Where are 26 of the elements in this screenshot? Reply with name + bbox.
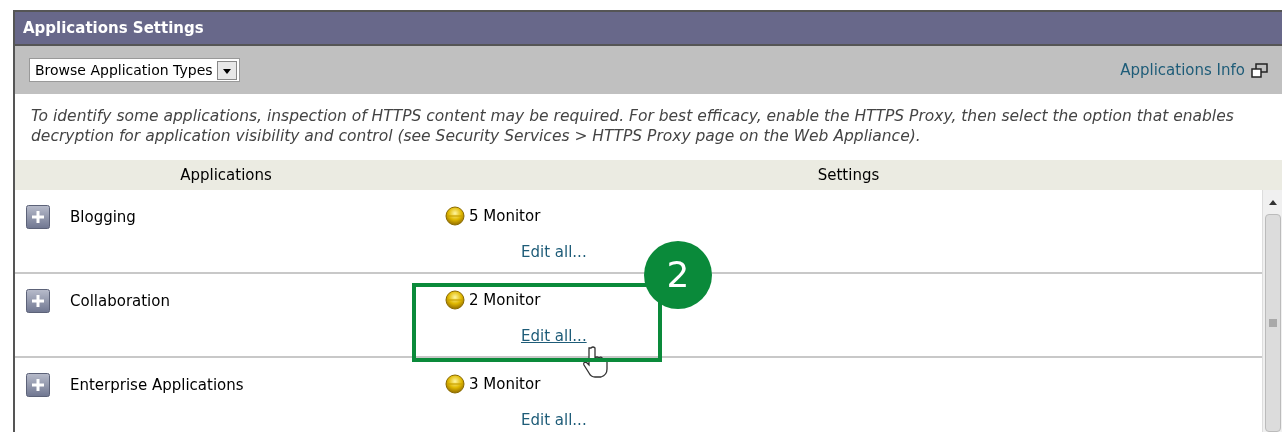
application-types-dropdown[interactable]: Browse Application Types: [29, 58, 240, 82]
edit-all-link[interactable]: Edit all...: [521, 324, 587, 347]
application-name: Enterprise Applications: [70, 375, 244, 396]
new-window-icon: [1251, 62, 1268, 78]
expand-icon[interactable]: [26, 289, 50, 313]
status-dot-icon: [445, 206, 465, 227]
https-note: To identify some applications, inspection of HTTPS content may be required. For best efficacy, enable the HTTPS Proxy, then select the option that enables decryption for application visibility and control (see Security Services > HTTPS Proxy page on the Web Appliance).: [31, 106, 1235, 146]
hand-cursor-icon: [583, 346, 609, 378]
applications-info-link[interactable]: Applications Info: [1120, 58, 1268, 82]
edit-all-link[interactable]: Edit all...: [521, 408, 587, 431]
setting-status: 5 Monitor: [469, 206, 541, 227]
setting-status: 2 Monitor: [469, 290, 541, 311]
edit-all-link[interactable]: Edit all...: [521, 240, 587, 263]
step-badge: 2: [644, 241, 712, 309]
status-dot-icon: [445, 374, 465, 395]
column-header: Applications: [179, 164, 273, 186]
application-name: Collaboration: [70, 291, 170, 312]
expand-icon[interactable]: [26, 205, 50, 229]
status-dot-icon: [445, 290, 465, 311]
column-header: Settings: [816, 164, 881, 186]
setting-status: 3 Monitor: [469, 374, 541, 395]
grip-icon: [1267, 318, 1278, 328]
application-name: Blogging: [70, 207, 136, 228]
scroll-thumb[interactable]: [1264, 214, 1281, 432]
expand-icon[interactable]: [26, 373, 50, 397]
panel-title: Applications Settings: [23, 17, 204, 39]
